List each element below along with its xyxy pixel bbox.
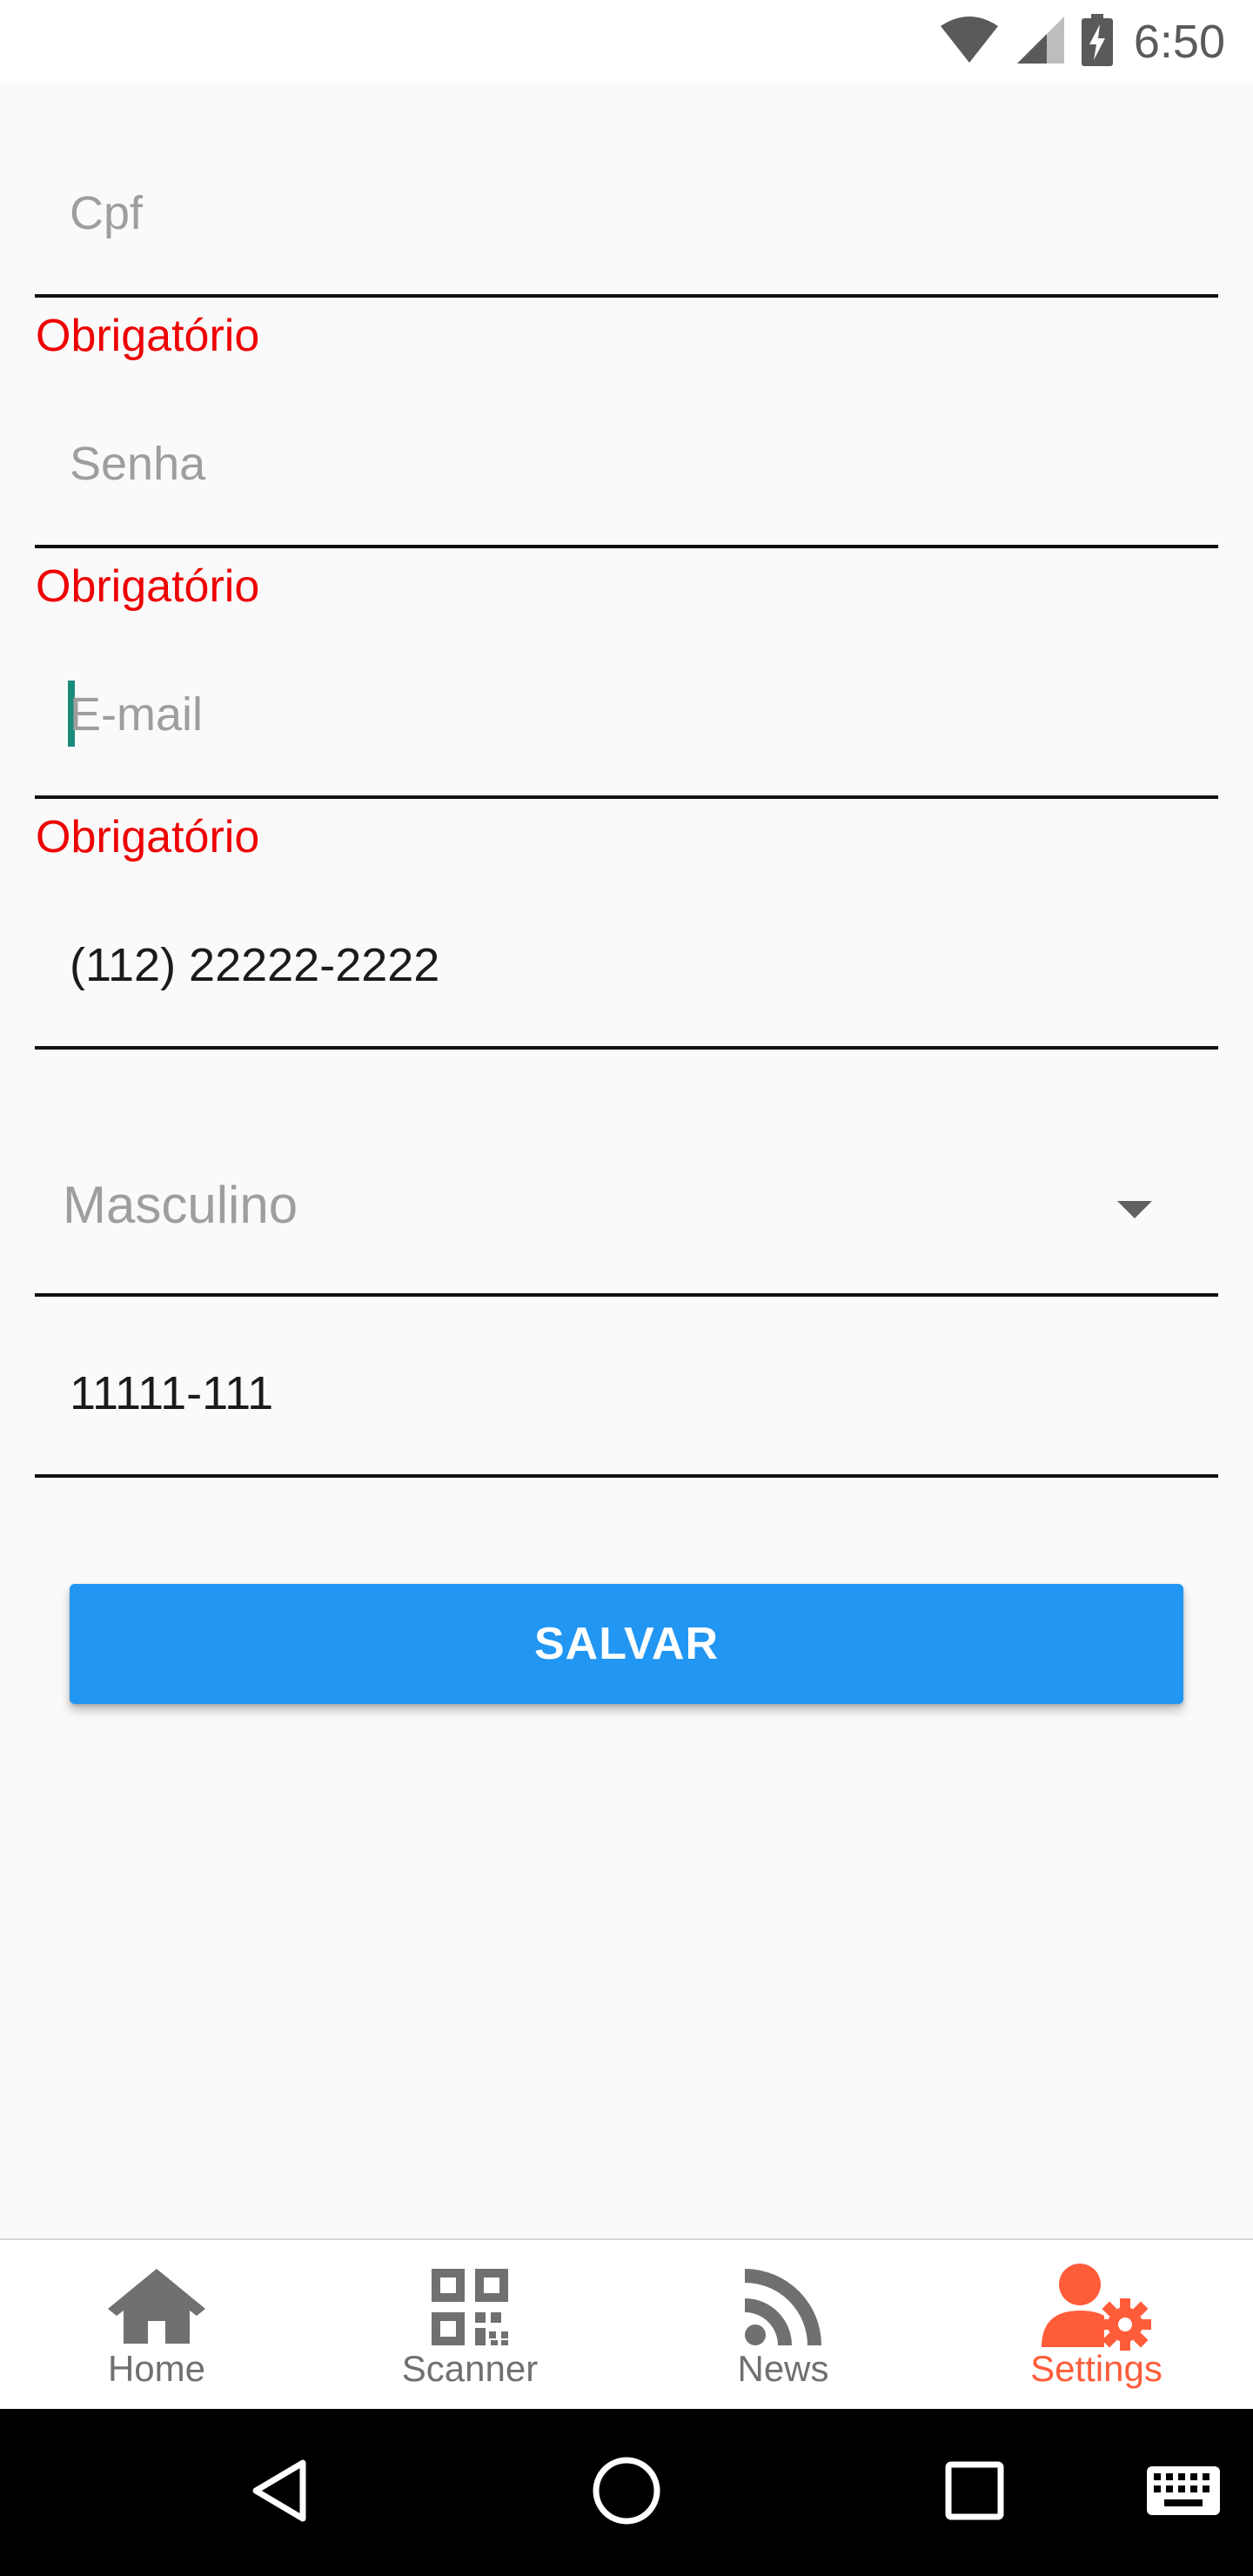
tab-home-label: Home — [107, 2348, 206, 2389]
status-time: 6:50 — [1133, 16, 1225, 68]
home-system-button[interactable] — [574, 2444, 679, 2541]
cpf-placeholder: Cpf — [70, 187, 144, 239]
back-icon — [245, 2456, 315, 2530]
tab-news-label: News — [737, 2348, 829, 2389]
qr-code-icon — [413, 2259, 526, 2355]
cep-underline — [35, 1474, 1218, 1478]
tab-settings-label: Settings — [1030, 2348, 1163, 2389]
tab-settings[interactable]: Settings — [940, 2240, 1253, 2409]
keyboard-button[interactable] — [1131, 2444, 1236, 2541]
home-icon — [100, 2259, 213, 2355]
password-field[interactable]: Senha — [35, 425, 1218, 550]
gender-underline — [35, 1293, 1218, 1297]
tab-news[interactable]: News — [626, 2240, 940, 2409]
email-field[interactable]: E-mail — [35, 675, 1218, 801]
phone-field[interactable]: (112) 22222-2222 — [35, 926, 1218, 1051]
keyboard-icon — [1147, 2465, 1220, 2519]
bottom-navigation: Home Scanner News Settings — [0, 2238, 1253, 2409]
email-placeholder: E-mail — [70, 688, 204, 741]
cpf-field[interactable]: Cpf — [35, 174, 1218, 299]
gender-selected-value: Masculino — [63, 1176, 298, 1234]
rss-feed-icon — [727, 2259, 840, 2355]
back-button[interactable] — [228, 2444, 332, 2541]
phone-underline — [35, 1046, 1218, 1050]
gender-dropdown[interactable]: Masculino — [35, 1157, 1218, 1300]
battery-charging-icon — [1081, 13, 1113, 70]
user-settings-icon — [1040, 2259, 1153, 2355]
password-error-text: Obrigatório — [36, 561, 260, 612]
status-bar: 6:50 — [0, 0, 1253, 84]
phone-value: (112) 22222-2222 — [70, 939, 440, 991]
cell-signal-icon — [1015, 15, 1066, 70]
password-placeholder: Senha — [70, 438, 206, 490]
cep-field[interactable]: 11111-111 — [35, 1354, 1218, 1479]
cpf-error-text: Obrigatório — [36, 311, 260, 361]
email-error-text: Obrigatório — [36, 812, 260, 862]
cep-value: 11111-111 — [70, 1367, 274, 1419]
system-navigation-bar — [0, 2409, 1253, 2576]
recents-button[interactable] — [922, 2444, 1027, 2541]
password-underline — [35, 545, 1218, 548]
email-underline — [35, 795, 1218, 799]
tab-scanner[interactable]: Scanner — [313, 2240, 626, 2409]
status-icons: 6:50 — [939, 12, 1225, 71]
home-circle-icon — [590, 2454, 663, 2532]
dropdown-arrow-icon — [1117, 1201, 1152, 1218]
save-button[interactable]: SALVAR — [70, 1584, 1183, 1704]
tab-home[interactable]: Home — [0, 2240, 313, 2409]
recents-icon — [943, 2459, 1006, 2526]
wifi-icon — [939, 16, 1000, 69]
cpf-underline — [35, 294, 1218, 298]
tab-scanner-label: Scanner — [401, 2348, 539, 2389]
